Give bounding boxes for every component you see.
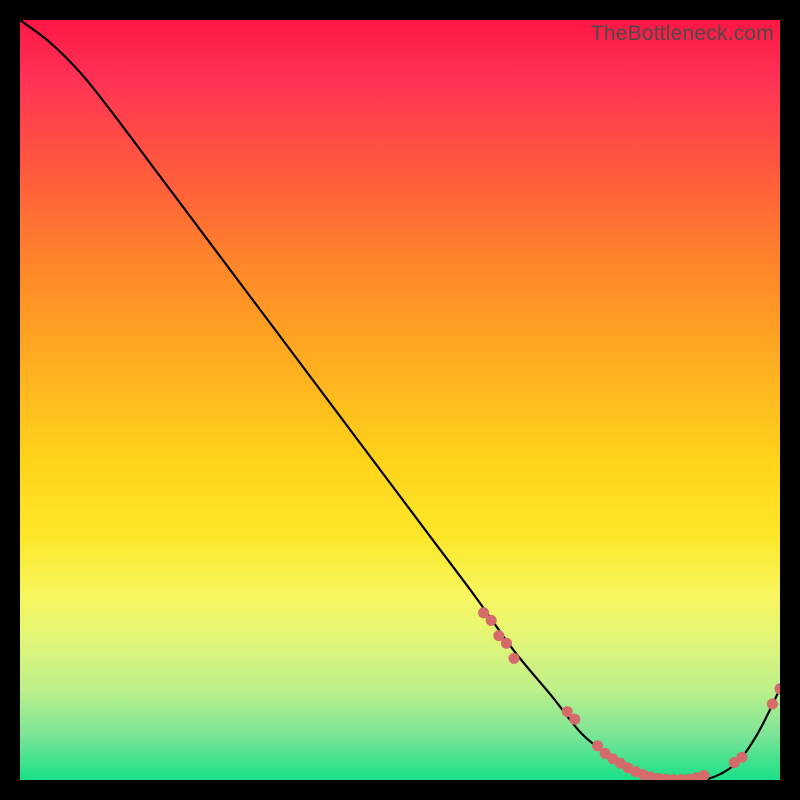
data-point xyxy=(767,699,778,710)
data-points xyxy=(478,607,780,780)
bottleneck-curve xyxy=(20,20,780,780)
data-point xyxy=(509,653,520,664)
data-point xyxy=(569,714,580,725)
chart-frame: TheBottleneck.com xyxy=(20,20,780,780)
data-point xyxy=(501,638,512,649)
chart-plot xyxy=(20,20,780,780)
data-point xyxy=(486,615,497,626)
data-point xyxy=(699,770,710,780)
data-point xyxy=(737,752,748,763)
data-point xyxy=(775,683,781,694)
watermark-text: TheBottleneck.com xyxy=(591,22,774,46)
